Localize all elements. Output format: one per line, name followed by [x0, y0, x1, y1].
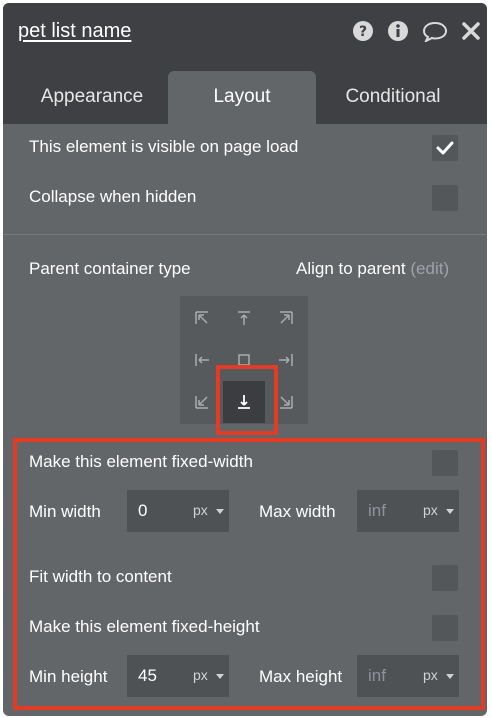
align-top-center[interactable]: [223, 297, 265, 339]
max-height-unit[interactable]: px: [423, 667, 438, 683]
fixed-width-label: Make this element fixed-width: [29, 452, 253, 471]
visible-on-load-checkbox[interactable]: [432, 135, 458, 161]
edit-container-type-link[interactable]: (edit): [410, 259, 449, 278]
fixed-height-label: Make this element fixed-height: [29, 617, 260, 636]
tab-bar: Appearance Layout Conditional: [3, 61, 487, 124]
max-height-field[interactable]: inf px: [357, 655, 459, 697]
min-height-field[interactable]: 45 px: [127, 655, 229, 697]
align-top-left[interactable]: [181, 297, 223, 339]
help-icon[interactable]: ?: [352, 20, 374, 42]
fixed-width-checkbox[interactable]: [432, 450, 458, 476]
svg-text:?: ?: [359, 24, 367, 40]
min-height-unit-dropdown-icon[interactable]: [216, 674, 224, 679]
min-width-unit[interactable]: px: [193, 502, 208, 518]
align-middle-left-icon: [195, 354, 209, 366]
max-height-unit-dropdown-icon[interactable]: [446, 674, 454, 679]
collapse-when-hidden-checkbox[interactable]: [432, 185, 458, 211]
min-height-label: Min height: [29, 667, 108, 686]
info-icon[interactable]: [387, 20, 409, 42]
max-width-unit[interactable]: px: [423, 502, 438, 518]
close-icon[interactable]: [461, 20, 481, 42]
comment-icon[interactable]: [422, 20, 448, 42]
parent-container-type-label: Parent container type: [29, 259, 191, 278]
tab-appearance[interactable]: Appearance: [18, 71, 166, 124]
fit-width-label: Fit width to content: [29, 567, 172, 586]
align-top-right-icon: [280, 311, 293, 324]
max-width-label: Max width: [259, 502, 336, 521]
min-width-unit-dropdown-icon[interactable]: [216, 509, 224, 514]
fixed-height-checkbox[interactable]: [432, 615, 458, 641]
align-top-center-icon: [238, 311, 250, 325]
element-name-title[interactable]: pet list name: [18, 20, 131, 43]
fit-width-checkbox[interactable]: [432, 565, 458, 591]
element-property-panel: pet list name ? Appearance Layout Condit…: [3, 3, 487, 716]
align-bottom-right-icon: [280, 396, 293, 409]
tab-layout[interactable]: Layout: [168, 71, 316, 124]
visible-on-load-label: This element is visible on page load: [29, 137, 299, 156]
max-height-input[interactable]: inf: [368, 666, 386, 686]
align-middle-right-icon: [279, 354, 293, 366]
align-top-left-icon: [195, 311, 208, 324]
max-width-unit-dropdown-icon[interactable]: [446, 509, 454, 514]
max-height-label: Max height: [259, 667, 343, 686]
min-width-field[interactable]: 0 px: [127, 490, 229, 532]
section-divider: [3, 234, 487, 235]
align-top-right[interactable]: [265, 297, 307, 339]
min-width-input[interactable]: 0: [138, 501, 147, 521]
parent-container-type-text: Align to parent: [296, 259, 406, 278]
panel-header: pet list name ?: [3, 3, 487, 61]
collapse-when-hidden-label: Collapse when hidden: [29, 187, 197, 206]
min-width-label: Min width: [29, 502, 101, 521]
max-width-input[interactable]: inf: [368, 501, 386, 521]
checkmark-icon: [436, 141, 454, 155]
max-width-field[interactable]: inf px: [357, 490, 459, 532]
min-height-unit[interactable]: px: [193, 667, 208, 683]
parent-container-type-value: Align to parent (edit): [296, 259, 449, 279]
tab-conditional[interactable]: Conditional: [318, 71, 468, 124]
align-bottom-left-icon: [195, 396, 208, 409]
min-height-input[interactable]: 45: [138, 666, 157, 686]
alignment-highlight-box: [216, 365, 278, 435]
